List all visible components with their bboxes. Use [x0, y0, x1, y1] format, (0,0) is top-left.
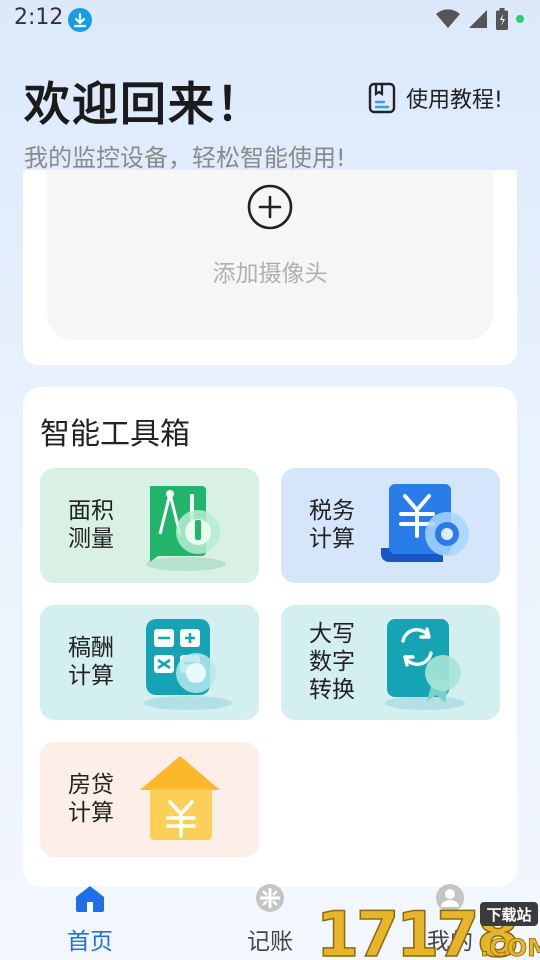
- watermark-logo: 17178 下载站 .COM: [315, 896, 540, 960]
- welcome-title: 欢迎回来！: [24, 77, 264, 131]
- notification-dot-icon: [516, 15, 524, 23]
- house-yuan-icon: [140, 756, 220, 840]
- add-camera-label: 添加摄像头: [212, 261, 328, 287]
- tutorial-label: 使用教程!: [406, 88, 503, 113]
- battery-icon: [496, 8, 508, 30]
- tool-label: 面积 测量: [68, 498, 114, 552]
- status-time: 2:12: [14, 5, 64, 30]
- welcome-subtitle: 我的监控设备，轻松智能使用!: [24, 144, 346, 172]
- camera-card: 添加摄像头: [23, 170, 517, 365]
- download-icon: [68, 8, 92, 32]
- tool-tax-calc[interactable]: 税务 计算: [281, 468, 500, 583]
- calculator-icon: [144, 619, 232, 710]
- tool-label: 房贷 计算: [68, 772, 114, 826]
- ruler-compass-icon: [146, 486, 226, 571]
- nav-ledger-label: 记账: [247, 929, 293, 955]
- home-icon: [76, 886, 104, 912]
- add-camera-button[interactable]: 添加摄像头: [47, 170, 493, 340]
- nav-home-label: 首页: [67, 929, 113, 955]
- signal-icon: [469, 10, 487, 28]
- tool-area-measure[interactable]: 面积 测量: [40, 468, 259, 583]
- toolbox-title: 智能工具箱: [40, 417, 190, 452]
- status-icons: [436, 8, 524, 30]
- watermark-tag: 下载站: [486, 906, 531, 924]
- ledger-icon: [256, 884, 284, 912]
- watermark-suffix: .COM: [480, 934, 540, 960]
- tutorial-button[interactable]: 使用教程!: [368, 82, 503, 114]
- plus-circle-icon: [247, 184, 293, 230]
- yuan-document-icon: [381, 484, 469, 562]
- toolbox-card: 智能工具箱 面积 测量 税务 计算 稿酬 计算 大写 数字 转换 房贷 计算: [23, 387, 517, 887]
- book-icon: [368, 82, 396, 114]
- tool-royalty-calc[interactable]: 稿酬 计算: [40, 605, 259, 720]
- tool-label: 稿酬 计算: [68, 635, 114, 689]
- tool-label: 税务 计算: [309, 498, 355, 552]
- tool-uppercase-number[interactable]: 大写 数字 转换: [281, 605, 500, 720]
- tool-label: 大写 数字 转换: [309, 621, 355, 703]
- tool-mortgage-calc[interactable]: 房贷 计算: [40, 742, 259, 857]
- status-bar: 2:12: [0, 0, 540, 38]
- certificate-icon: [385, 619, 465, 710]
- wifi-icon: [436, 9, 460, 28]
